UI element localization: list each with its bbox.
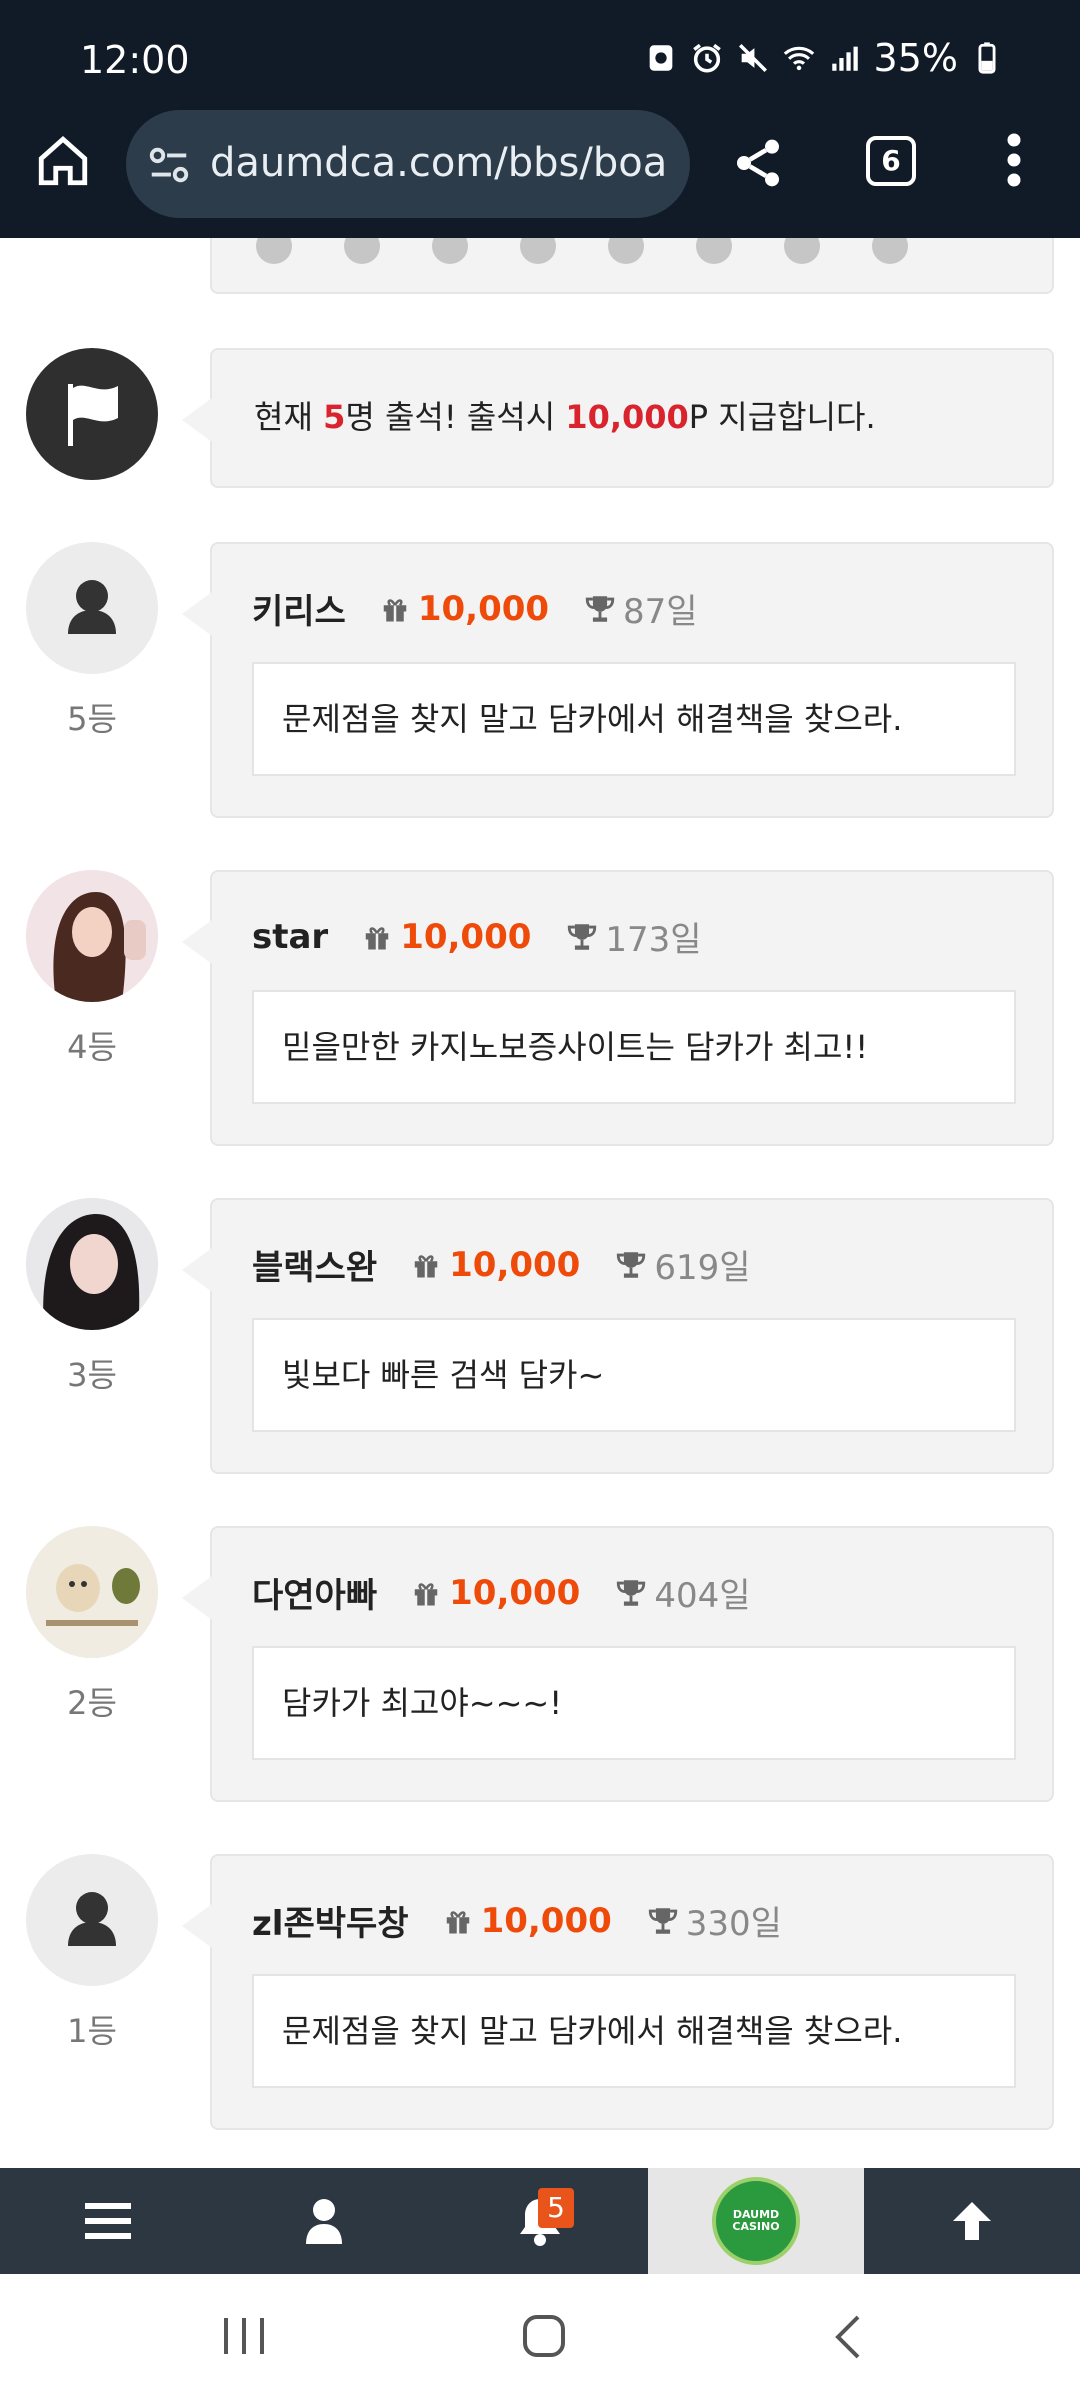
back-icon[interactable] xyxy=(832,2314,862,2360)
nickname[interactable]: 키리스 xyxy=(252,584,346,633)
gift-icon xyxy=(383,598,407,621)
alarm-icon xyxy=(692,43,721,73)
video-icon[interactable] xyxy=(696,238,732,264)
hamburger-icon xyxy=(85,2203,131,2239)
recent-apps-icon[interactable] xyxy=(222,2316,266,2356)
share-icon[interactable] xyxy=(730,134,786,192)
smile-icon[interactable] xyxy=(344,238,380,264)
recycle-icon xyxy=(649,45,672,71)
rank-label: 3등 xyxy=(67,1356,117,1394)
status-bar: 12:00 35% xyxy=(0,0,1080,118)
address-bar[interactable]: daumdca.com/bbs/boa xyxy=(126,110,690,218)
avatar[interactable] xyxy=(26,1198,158,1330)
user-icon xyxy=(68,580,116,634)
trophy-icon xyxy=(617,1251,646,1278)
rank-label: 5등 xyxy=(67,700,117,738)
comment-card: star 10,000 173일 믿을만한 카지노보증사이트는 담카가 최고!! xyxy=(182,870,1054,1146)
avatar[interactable] xyxy=(26,1854,158,1986)
comment-message: 담카가 최고야~~~! xyxy=(252,1646,1016,1760)
info-icon[interactable] xyxy=(432,238,468,264)
points: 10,000 xyxy=(480,1900,612,1941)
attendance-days: 330일 xyxy=(685,1904,782,1944)
nickname[interactable]: zl존박두창 xyxy=(252,1896,409,1945)
trophy-icon xyxy=(617,1579,646,1606)
status-time: 12:00 xyxy=(80,38,190,82)
system-nav-bar xyxy=(0,2274,1080,2400)
nickname[interactable]: 블랙스완 xyxy=(252,1240,377,1289)
gift-icon xyxy=(365,926,389,949)
home-icon[interactable] xyxy=(34,132,92,190)
user-icon[interactable] xyxy=(520,238,556,264)
points: 10,000 xyxy=(417,588,550,629)
nickname[interactable]: star xyxy=(252,917,328,957)
notice-text: 현재 5명 출석! 출석시 10,000P 지급합니다. xyxy=(254,398,876,436)
gift-icon xyxy=(414,1254,438,1277)
daumd-casino-logo: DAUMD CASINO xyxy=(712,2177,800,2265)
plus-icon[interactable] xyxy=(784,238,820,264)
attendance-list: 현재 5명 출석! 출석시 10,000P 지급합니다. 5등 키리스 10,0… xyxy=(0,238,1080,2168)
camera-icon[interactable] xyxy=(608,238,644,264)
signal-icon xyxy=(831,46,858,71)
points: 10,000 xyxy=(449,1244,581,1285)
scroll-top-button[interactable] xyxy=(864,2168,1080,2274)
battery-icon xyxy=(978,42,996,74)
comment-card: 키리스 10,000 87일 문제점을 찾지 말고 담카에서 해결책을 찾으라. xyxy=(182,542,1054,818)
url-text[interactable]: daumdca.com/bbs/boa xyxy=(210,140,667,186)
attendance-days: 87일 xyxy=(623,592,698,632)
attendance-notice: 현재 5명 출석! 출석시 10,000P 지급합니다. xyxy=(182,348,1054,488)
profile-button[interactable] xyxy=(216,2168,432,2274)
trophy-icon xyxy=(585,595,615,622)
emoticon-toolbar xyxy=(210,238,1054,294)
comment-message: 문제점을 찾지 말고 담카에서 해결책을 찾으라. xyxy=(252,1974,1016,2088)
minus-icon[interactable] xyxy=(872,238,908,264)
comment-message: 문제점을 찾지 말고 담카에서 해결책을 찾으라. xyxy=(252,662,1016,776)
site-settings-icon[interactable] xyxy=(146,142,192,188)
home-nav-icon[interactable] xyxy=(522,2314,566,2358)
wifi-icon xyxy=(783,46,814,71)
gift-icon xyxy=(414,1582,438,1605)
arrow-up-icon xyxy=(953,2202,991,2240)
rank-label: 1등 xyxy=(67,2012,117,2050)
avatar[interactable] xyxy=(26,870,158,1002)
user-icon xyxy=(68,1892,116,1946)
gift-icon xyxy=(446,1910,469,1933)
rank-label: 4등 xyxy=(67,1028,117,1066)
casino-logo-button[interactable]: DAUMD CASINO xyxy=(648,2168,864,2274)
comment-card: zl존박두창 10,000 330일 문제점을 찾지 말고 담카에서 해결책을 … xyxy=(182,1854,1054,2130)
bottom-nav: 5 DAUMD CASINO xyxy=(0,2168,1080,2274)
trophy-icon xyxy=(568,923,597,950)
user-icon xyxy=(306,2199,342,2244)
comment-message: 믿을만한 카지노보증사이트는 담카가 최고!! xyxy=(252,990,1016,1104)
comment-message: 빛보다 빠른 검색 담카~ xyxy=(252,1318,1016,1432)
status-icons: 35% xyxy=(644,36,1004,80)
attendance-days: 404일 xyxy=(654,1576,751,1616)
flag-icon xyxy=(26,348,158,480)
tab-switcher-button[interactable]: 6 xyxy=(866,136,916,186)
browser-toolbar: daumdca.com/bbs/boa 6 xyxy=(0,104,1080,238)
quote-icon[interactable] xyxy=(256,238,292,264)
battery-percent: 35% xyxy=(873,36,958,80)
comment-card: 블랙스완 10,000 619일 빛보다 빠른 검색 담카~ xyxy=(182,1198,1054,1474)
menu-button[interactable] xyxy=(0,2168,216,2274)
nickname[interactable]: 다연아빠 xyxy=(252,1568,377,1617)
comment-card: 다연아빠 10,000 404일 담카가 최고야~~~! xyxy=(182,1526,1054,1802)
more-options-icon[interactable] xyxy=(1004,130,1024,190)
points: 10,000 xyxy=(400,916,532,957)
trophy-icon xyxy=(648,1907,677,1934)
mute-icon xyxy=(738,43,767,73)
attendance-days: 173일 xyxy=(605,920,702,960)
notification-badge: 5 xyxy=(538,2188,574,2228)
attendance-days: 619일 xyxy=(654,1248,751,1288)
points: 10,000 xyxy=(449,1572,581,1613)
rank-label: 2등 xyxy=(67,1684,117,1722)
avatar[interactable] xyxy=(26,1526,158,1658)
avatar[interactable] xyxy=(26,542,158,674)
